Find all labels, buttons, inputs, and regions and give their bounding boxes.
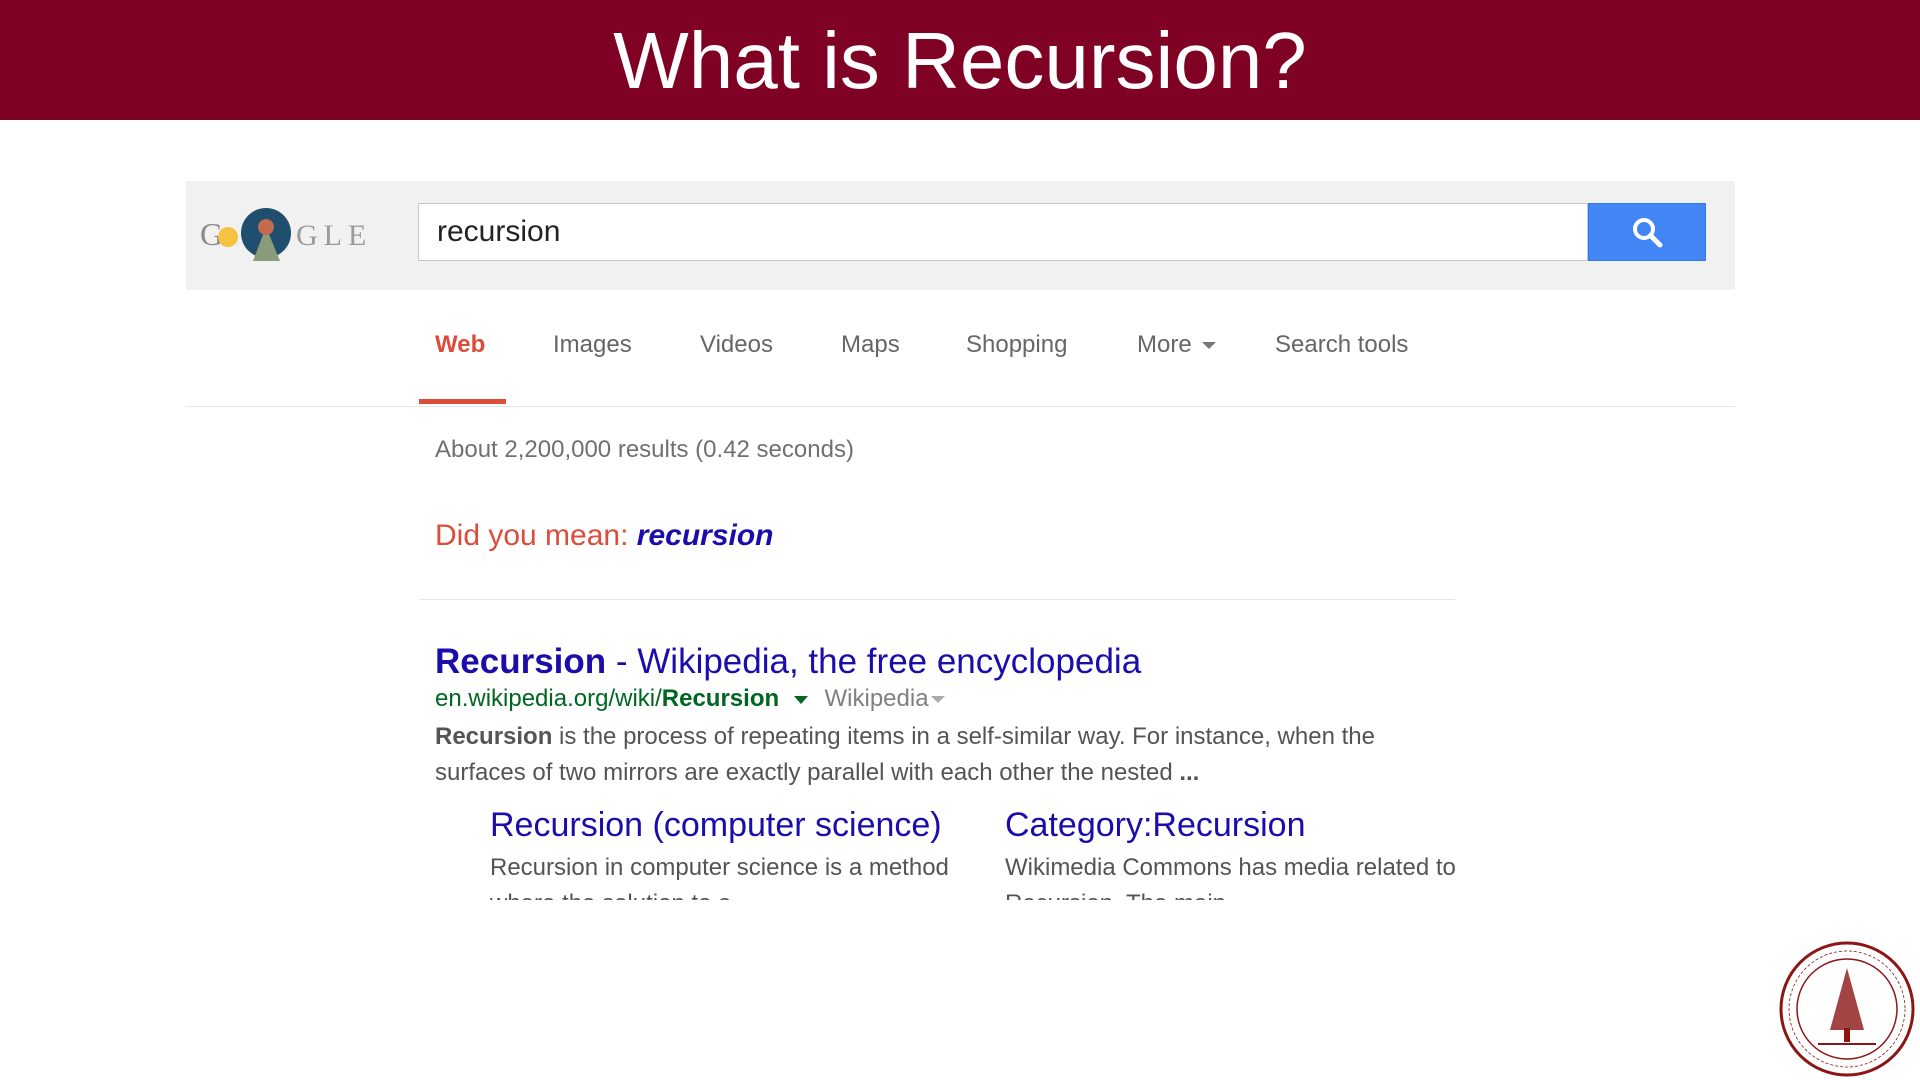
result-url: en.wikipedia.org/wiki/Recursion Wikipedi… — [435, 685, 945, 713]
tab-more-label: More — [1137, 331, 1192, 358]
tab-images[interactable]: Images — [553, 331, 632, 359]
snippet-bold: Recursion — [435, 723, 553, 750]
tab-maps[interactable]: Maps — [841, 331, 900, 359]
stanford-seal-logo — [1779, 941, 1915, 1077]
result-title-rest: - Wikipedia, the free encyclopedia — [606, 642, 1142, 681]
suggestion-link[interactable]: recursion — [637, 519, 774, 552]
slide-title: What is Recursion? — [0, 0, 1920, 120]
active-tab-indicator — [419, 399, 506, 404]
tab-videos[interactable]: Videos — [700, 331, 773, 359]
search-button[interactable] — [1588, 203, 1706, 261]
caret-down-icon[interactable] — [930, 696, 945, 704]
snippet-text: is the process of repeating items in a s… — [435, 723, 1375, 786]
tab-shopping[interactable]: Shopping — [966, 331, 1067, 359]
results-count: About 2,200,000 results (0.42 seconds) — [435, 436, 854, 463]
url-prefix: en.wikipedia.org/wiki/ — [435, 685, 662, 712]
search-input[interactable]: recursion — [418, 203, 1588, 261]
sitelink-title[interactable]: Category:Recursion — [1005, 806, 1305, 845]
caret-down-icon — [1202, 342, 1217, 350]
result-title-bold: Recursion — [435, 642, 607, 681]
magnifier-icon — [1633, 218, 1663, 248]
snippet-ellipsis: ... — [1179, 759, 1200, 786]
tab-search-tools[interactable]: Search tools — [1275, 331, 1408, 359]
tab-more[interactable]: More — [1137, 331, 1217, 359]
google-doodle-logo[interactable]: G GLE — [198, 205, 373, 261]
tab-web[interactable]: Web — [435, 331, 485, 359]
divider — [186, 406, 1735, 407]
did-you-mean-prefix: Did you mean: — [435, 519, 629, 552]
sitelink-title[interactable]: Recursion (computer science) — [490, 806, 942, 845]
sitelink-desc: Wikimedia Commons has media related to R… — [1005, 854, 1456, 900]
svg-text:GLE: GLE — [296, 219, 372, 252]
result-snippet: Recursion is the process of repeating it… — [435, 719, 1455, 791]
sitelink-desc: Recursion in computer science is a metho… — [490, 854, 949, 900]
caret-down-icon[interactable] — [793, 695, 808, 704]
divider — [419, 599, 1455, 600]
result-title-link[interactable]: Recursion - Wikipedia, the free encyclop… — [435, 642, 1141, 682]
source-label[interactable]: Wikipedia — [825, 685, 929, 712]
url-bold: Recursion — [661, 685, 780, 712]
did-you-mean: Did you mean: recursion — [435, 519, 774, 553]
